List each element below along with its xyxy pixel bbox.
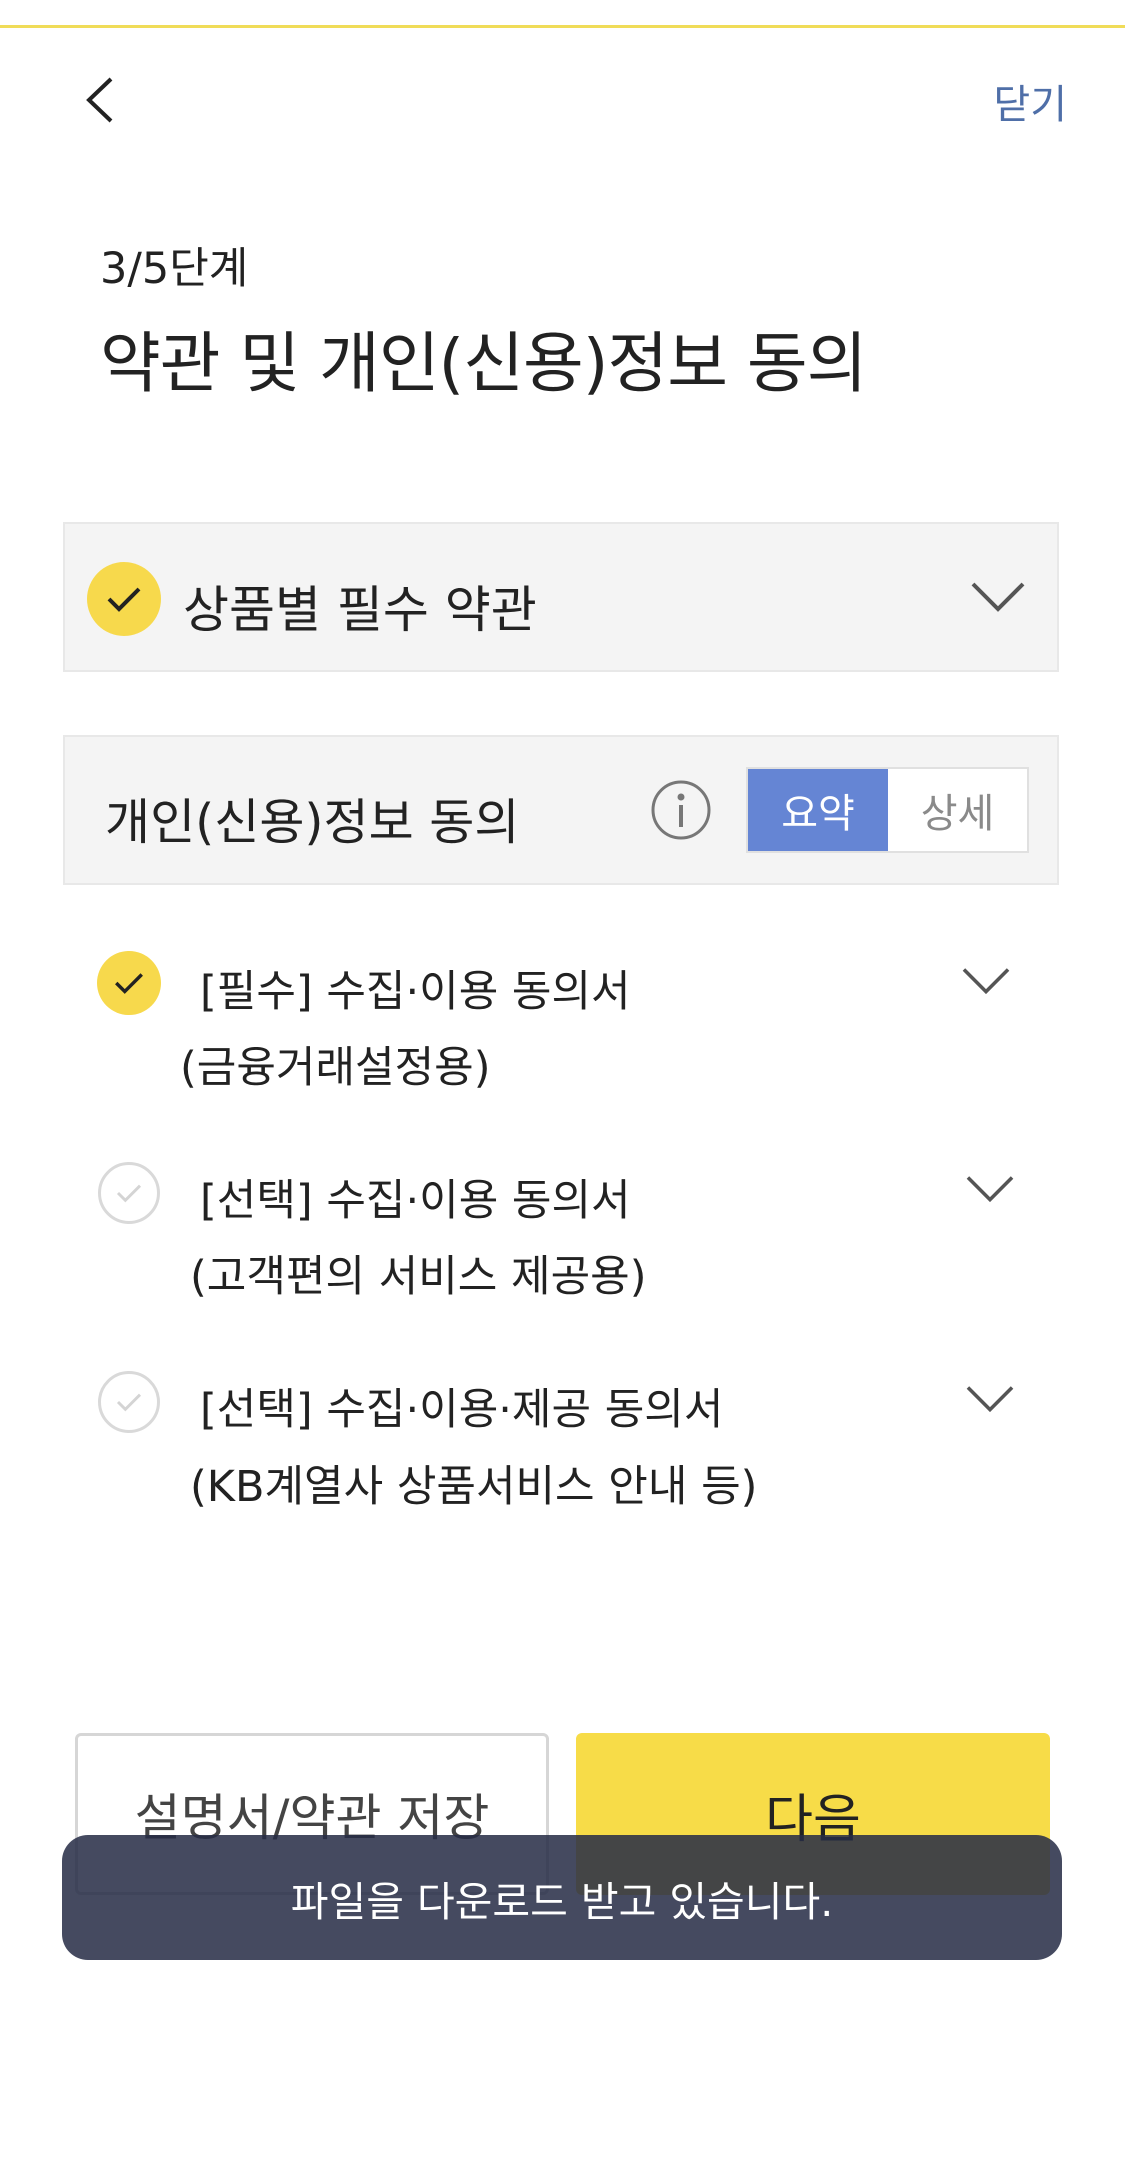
term-checkbox[interactable] (97, 951, 161, 1015)
download-toast: 파일을 다운로드 받고 있습니다. (62, 1835, 1062, 1960)
chevron-down-icon[interactable] (960, 966, 1012, 996)
close-button[interactable]: 닫기 (993, 72, 1067, 130)
toast-message: 파일을 다운로드 받고 있습니다. (290, 1877, 834, 1926)
chevron-down-icon[interactable] (970, 580, 1026, 614)
summary-tab[interactable]: 요약 (748, 769, 888, 851)
term-checkbox[interactable] (98, 1162, 160, 1224)
required-terms-checkbox[interactable] (87, 562, 161, 636)
term-subtitle: (금융거래설정용) (180, 1043, 491, 1093)
check-icon (115, 973, 143, 994)
check-icon (116, 1184, 142, 1203)
summary-detail-toggle: 요약 상세 (746, 767, 1029, 853)
info-icon[interactable] (650, 779, 712, 841)
term-checkbox[interactable] (98, 1371, 160, 1433)
term-subtitle: (고객편의 서비스 제공용) (190, 1252, 647, 1302)
term-title: [선택] 수집·이용·제공 동의서 (200, 1385, 724, 1435)
check-icon (107, 587, 141, 612)
personal-info-label: 개인(신용)정보 동의 (105, 794, 520, 851)
required-terms-label: 상품별 필수 약관 (183, 581, 537, 639)
top-progress-line (0, 25, 1125, 28)
required-terms-section[interactable]: 상품별 필수 약관 (63, 522, 1059, 672)
personal-info-section: 개인(신용)정보 동의 요약 상세 (63, 735, 1059, 885)
term-title: [필수] 수집·이용 동의서 (200, 967, 631, 1017)
term-subtitle: (KB계열사 상품서비스 안내 등) (190, 1462, 758, 1512)
step-indicator: 3/5단계 (100, 244, 249, 294)
page-title: 약관 및 개인(신용)정보 동의 (100, 325, 867, 402)
back-button[interactable] (70, 70, 130, 130)
check-icon (116, 1393, 142, 1412)
chevron-down-icon[interactable] (964, 1384, 1016, 1414)
chevron-down-icon[interactable] (964, 1174, 1016, 1204)
term-title: [선택] 수집·이용 동의서 (200, 1176, 631, 1226)
detail-tab[interactable]: 상세 (888, 769, 1027, 851)
chevron-left-icon (86, 77, 113, 123)
